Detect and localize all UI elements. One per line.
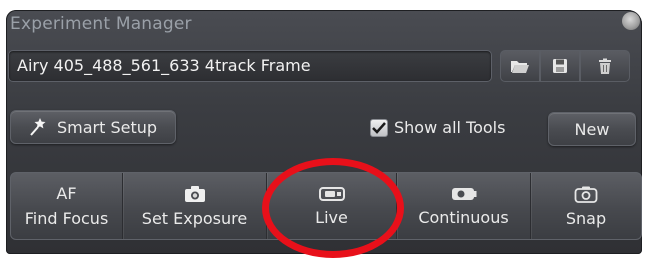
- screenshot-frame: Experiment Manager Airy 405_488_561_633 …: [0, 0, 648, 258]
- new-button[interactable]: New: [548, 112, 636, 146]
- find-focus-button[interactable]: AF Find Focus: [11, 173, 123, 239]
- continuous-camera-icon: [451, 187, 476, 200]
- continuous-label: Continuous: [418, 207, 509, 227]
- trash-icon: [599, 58, 611, 74]
- snap-button[interactable]: Snap: [531, 173, 641, 239]
- save-config-button[interactable]: [540, 50, 580, 82]
- show-all-tools-label: Show all Tools: [394, 118, 506, 137]
- panel-title: Experiment Manager: [10, 14, 192, 34]
- smart-setup-button[interactable]: Smart Setup: [10, 110, 176, 144]
- snap-label: Snap: [565, 208, 607, 228]
- experiment-config-select[interactable]: Airy 405_488_561_633 4track Frame: [8, 50, 492, 82]
- magic-wand-icon: [30, 118, 46, 136]
- find-focus-label: Find Focus: [24, 208, 109, 228]
- acquisition-action-bar: AF Find Focus Set Exposure Live Continuo…: [10, 172, 642, 240]
- live-button[interactable]: Live: [267, 173, 397, 239]
- panel-corner-knob: [622, 12, 640, 30]
- snap-camera-icon: [574, 186, 598, 203]
- live-label: Live: [315, 207, 348, 227]
- delete-config-button[interactable]: [580, 50, 630, 82]
- set-exposure-button[interactable]: Set Exposure: [123, 173, 267, 239]
- continuous-button[interactable]: Continuous: [397, 173, 531, 239]
- checkmark-icon: [372, 121, 386, 134]
- camera-icon: [184, 185, 205, 202]
- live-camera-icon: [318, 186, 345, 201]
- folder-open-icon: [511, 61, 529, 73]
- set-exposure-label: Set Exposure: [141, 208, 248, 228]
- open-config-button[interactable]: [500, 50, 540, 82]
- save-icon: [553, 59, 567, 73]
- show-all-tools-toggle[interactable]: Show all Tools: [370, 118, 505, 137]
- show-all-tools-checkbox[interactable]: [370, 118, 388, 137]
- autofocus-caption: AF: [56, 183, 77, 203]
- smart-setup-label: Smart Setup: [56, 117, 158, 137]
